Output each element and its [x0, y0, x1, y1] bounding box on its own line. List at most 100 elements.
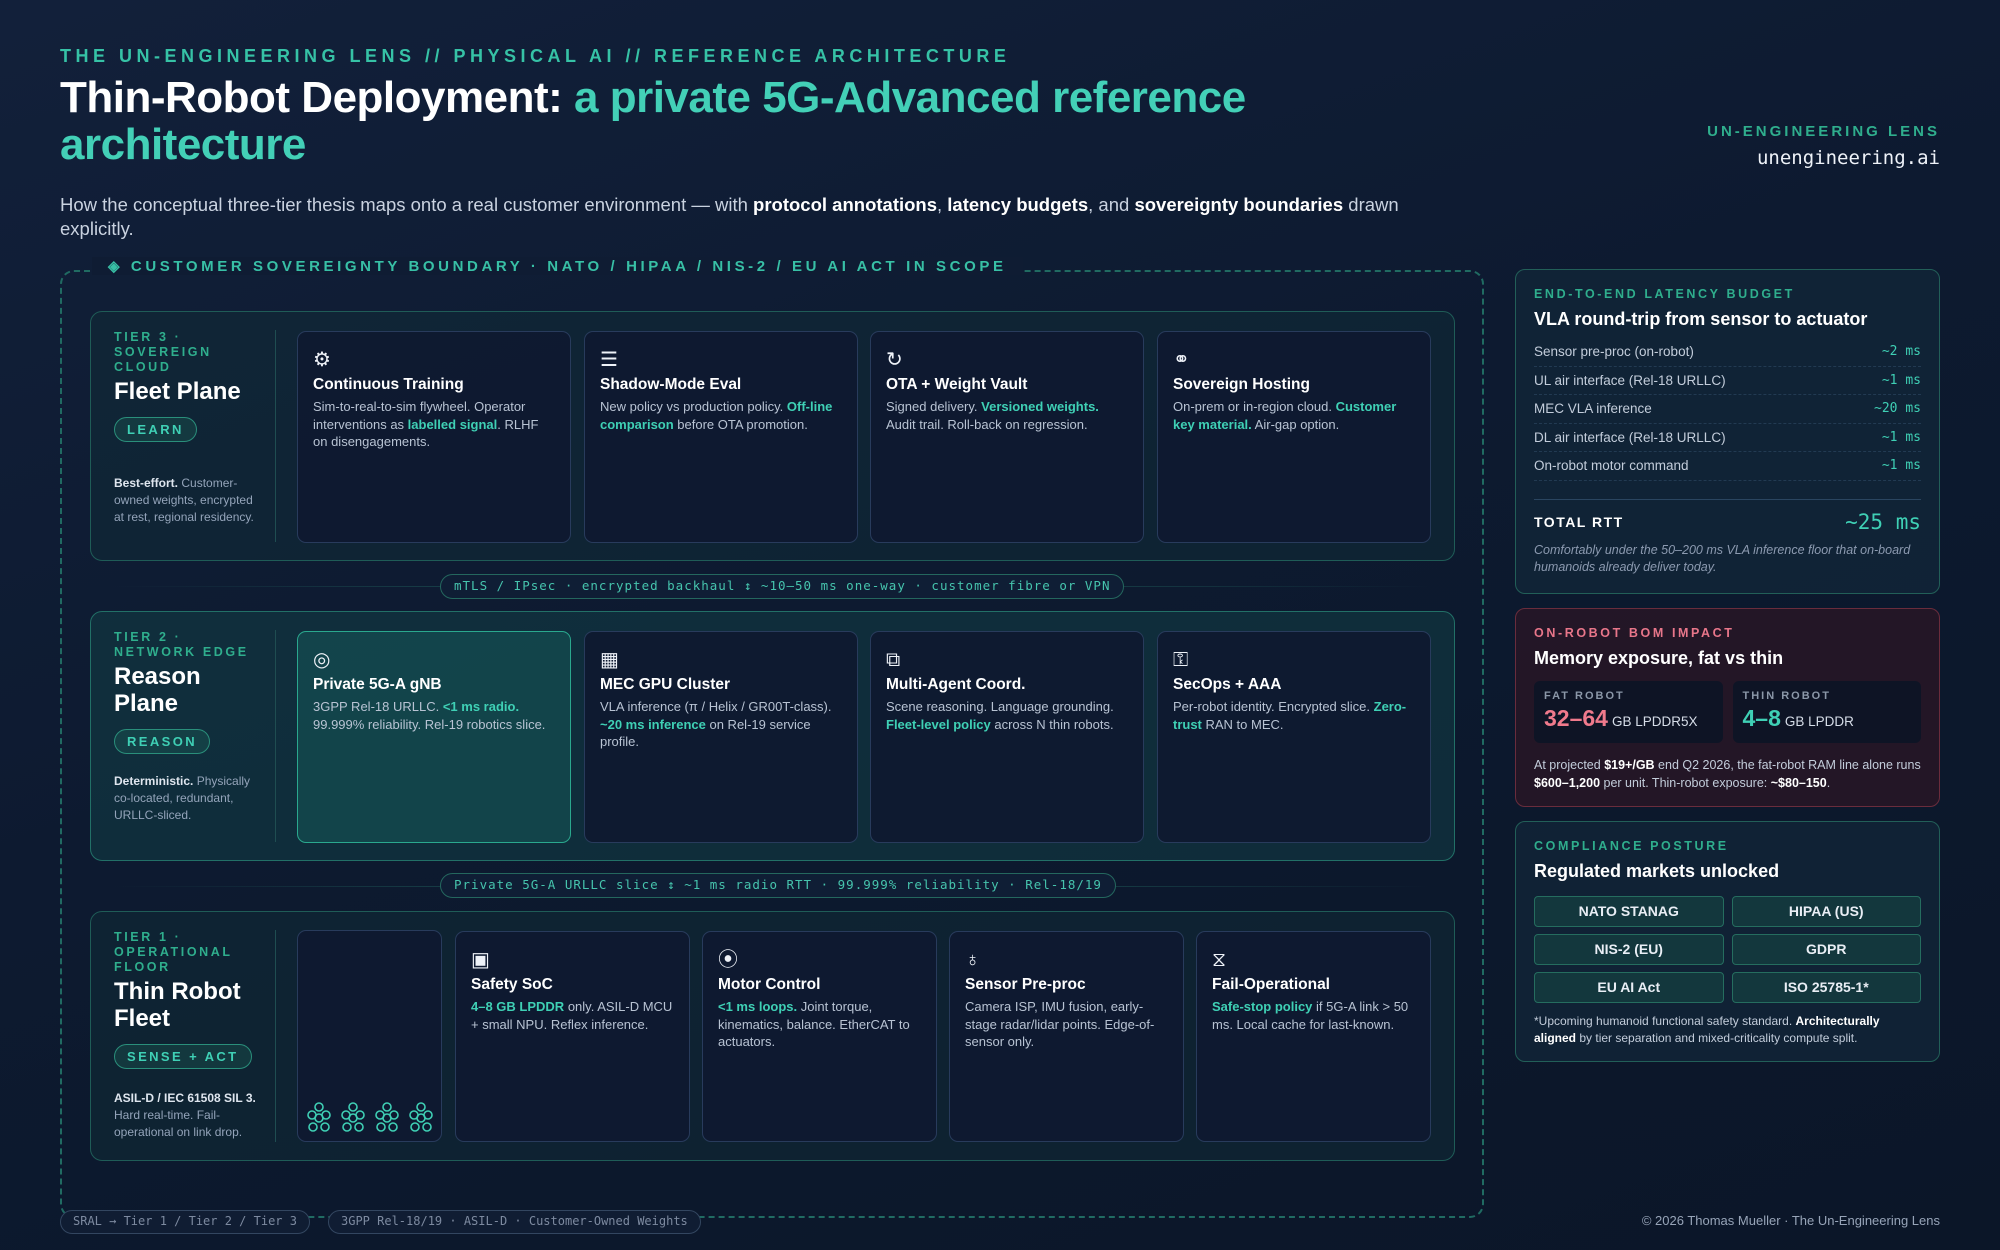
intro-part: How the conceptual three-tier thesis map…: [60, 194, 754, 215]
sovereign-hosting-card[interactable]: ⚭ Sovereign Hosting On-prem or in-region c…: [1157, 331, 1431, 543]
card-desc: Camera ISP, IMU fusion, early-stage rada…: [965, 998, 1168, 1051]
card-desc-highlight: Safe-stop policy: [1212, 999, 1313, 1014]
card-desc-text: Signed delivery.: [886, 399, 982, 414]
secops-aaa-card[interactable]: ⚿ SecOps + AAA Per-robot identity. Encrypt…: [1157, 631, 1431, 843]
tier-name: Fleet Plane: [114, 378, 241, 405]
brand-url[interactable]: unengineering.ai: [1757, 147, 1940, 169]
latency-panel: END-TO-END LATENCY BUDGET VLA round-trip…: [1515, 269, 1940, 594]
chip-icon: ▣: [471, 949, 490, 971]
fail-operational-card[interactable]: ⧖ Fail-Operational Safe-stop policy if 5G-…: [1196, 931, 1431, 1142]
card-desc-text: before OTA promotion.: [673, 416, 808, 432]
footer-pill-sral: SRAL → Tier 1 / Tier 2 / Tier 3: [60, 1210, 310, 1234]
thin-robot-box: THIN ROBOT 4–8 GB LPDDR: [1732, 681, 1921, 743]
latency-row: UL air interface (Rel-18 URLLC) ~1 ms: [1534, 367, 1921, 395]
card-title: Private 5G-A gNB: [313, 676, 442, 693]
fat-robot-number: 32–64: [1544, 705, 1608, 731]
tier-pill: REASON: [114, 729, 211, 754]
bom-text: At projected $19+/GB end Q2 2026, the fa…: [1534, 756, 1921, 792]
latency-row: On-robot motor command ~1 ms: [1534, 452, 1921, 481]
card-title: Continuous Training: [313, 376, 464, 393]
latency-rows: Sensor pre-proc (on-robot) ~2 ms UL air in…: [1534, 338, 1921, 481]
bom-compare: FAT ROBOT 32–64 GB LPDDR5X THIN ROBOT 4–8…: [1534, 681, 1921, 743]
bom-text-part: end Q2 2026, the fat-robot RAM line alon…: [1654, 758, 1921, 772]
tier-header: TIER 1 · OPERATIONAL FLOOR Thin Robot Fl…: [114, 930, 264, 1069]
card-desc: Scene reasoning. Language grounding. Fle…: [886, 698, 1128, 733]
latency-label: Sensor pre-proc (on-robot): [1534, 344, 1694, 360]
card-title: Fail-Operational: [1212, 976, 1330, 993]
robot-icon: [409, 1102, 433, 1132]
fat-robot-unit: GB LPDDR5X: [1611, 714, 1698, 729]
card-desc: Signed delivery. Versioned weights. Audi…: [886, 398, 1128, 433]
hourglass-icon: ⧖: [1212, 949, 1227, 971]
bom-text-part: per unit. Thin-robot exposure:: [1600, 776, 1771, 790]
card-desc: VLA inference (π / Helix / GR00T-class).…: [600, 698, 842, 751]
card-title: Safety SoC: [471, 976, 553, 993]
latency-label: On-robot motor command: [1534, 458, 1689, 474]
card-title: OTA + Weight Vault: [886, 376, 1028, 393]
card-title: Sovereign Hosting: [1173, 376, 1310, 393]
list-icon: ☰: [600, 349, 618, 371]
shadow-mode-eval-card[interactable]: ☰ Shadow-Mode Eval New policy vs productio…: [584, 331, 858, 543]
sensor-pre-proc-card[interactable]: ♁ Sensor Pre-proc Camera ISP, IMU fusion, …: [949, 931, 1184, 1142]
total-label: TOTAL RTT: [1534, 513, 1624, 530]
latency-value: ~1 ms: [1881, 429, 1921, 445]
card-desc: 3GPP Rel-18 URLLC. <1 ms radio. 99.999% …: [313, 698, 555, 733]
card-desc: Sim-to-real-to-sim flywheel. Operator in…: [313, 398, 555, 451]
safety-soc-card[interactable]: ▣ Safety SoC 4–8 GB LPDDR only. ASIL-D MCU…: [455, 931, 690, 1142]
fat-robot-label: FAT ROBOT: [1544, 690, 1625, 702]
card-desc-text: Scene reasoning. Language grounding.: [886, 699, 1114, 714]
multi-agent-coord-card[interactable]: ⧉ Multi-Agent Coord. Scene reasoning. Lang…: [870, 631, 1144, 843]
compliance-tag[interactable]: EU AI Act: [1534, 972, 1724, 1003]
card-desc: Safe-stop policy if 5G-A link > 50 ms. L…: [1212, 998, 1415, 1033]
compliance-tag[interactable]: GDPR: [1731, 934, 1921, 965]
card-desc-text: New policy vs production policy.: [600, 399, 787, 414]
bom-text-bold: ~$80–150: [1770, 776, 1827, 790]
compliance-note-text: by tier separation and mixed-criticality…: [1576, 1031, 1858, 1045]
ota-weight-vault-card[interactable]: ↻ OTA + Weight Vault Signed delivery. Vers…: [870, 331, 1144, 543]
private-5g-a-gnb-card[interactable]: ◎ Private 5G-A gNB 3GPP Rel-18 URLLC. <1 m…: [297, 631, 571, 843]
card-desc: New policy vs production policy. Off-lin…: [600, 398, 842, 433]
tier-note: ASIL-D / IEC 61508 SIL 3. Hard real-time…: [114, 1090, 264, 1141]
panel-title: Regulated markets unlocked: [1534, 861, 1780, 881]
tier-note-text: Hard real-time. Fail-operational on link…: [114, 1108, 243, 1139]
divider: [275, 930, 276, 1142]
card-desc: On-prem or in-region cloud. Customer key…: [1173, 398, 1415, 433]
tier-name: Thin Robot Fleet: [114, 978, 241, 1032]
compliance-tag[interactable]: ISO 25785-1*: [1731, 972, 1921, 1003]
panel-title: Memory exposure, fat vs thin: [1534, 648, 1784, 668]
card-title: MEC GPU Cluster: [600, 676, 731, 693]
card-desc-highlight: Fleet-level policy: [886, 716, 991, 732]
compliance-tag[interactable]: NATO STANAG: [1534, 896, 1724, 927]
header-kicker: THE UN-ENGINEERING LENS // PHYSICAL AI /…: [60, 46, 1011, 66]
card-desc: Per-robot identity. Encrypted slice. Zer…: [1173, 698, 1415, 733]
page-title: Thin-Robot Deployment: a private 5G-Adva…: [60, 74, 1420, 168]
card-title: Multi-Agent Coord.: [886, 676, 1026, 693]
fat-robot-value: 32–64 GB LPDDR5X: [1544, 705, 1713, 732]
motor-control-card[interactable]: ⦿ Motor Control <1 ms loops. Joint torque,…: [702, 931, 937, 1142]
intro-bold: latency budgets: [947, 194, 1089, 215]
card-desc-text: RAN to MEC.: [1201, 716, 1284, 732]
robot-fleet-card: [297, 930, 442, 1142]
backhaul-link-label: mTLS / IPsec · encrypted backhaul ↕ ~10–…: [440, 574, 1125, 599]
tier-note-bold: ASIL-D / IEC 61508 SIL 3.: [114, 1091, 256, 1105]
latency-value: ~20 ms: [1874, 401, 1921, 417]
compliance-note: *Upcoming humanoid functional safety sta…: [1534, 1013, 1921, 1047]
robot-icon: [375, 1102, 399, 1132]
compliance-tag[interactable]: HIPAA (US): [1731, 896, 1921, 927]
footer-pill-standards: 3GPP Rel-18/19 · ASIL-D · Customer-Owned…: [328, 1210, 701, 1234]
compliance-tag[interactable]: NIS-2 (EU): [1534, 934, 1724, 965]
card-desc-text: Per-robot identity. Encrypted slice.: [1173, 699, 1374, 714]
copyright: © 2026 Thomas Mueller · The Un-Engineeri…: [1641, 1213, 1940, 1228]
latency-value: ~2 ms: [1881, 344, 1921, 360]
gear-icon: ⚙: [313, 349, 331, 371]
intro-bold: sovereignty boundaries: [1134, 194, 1344, 215]
tier-pill: SENSE + ACT: [114, 1044, 252, 1069]
card-desc-text: 3GPP Rel-18 URLLC.: [313, 699, 443, 714]
grid-icon: ▦: [600, 649, 619, 671]
card-desc: 4–8 GB LPDDR only. ASIL-D MCU + small NP…: [471, 998, 674, 1033]
bom-text-part: At projected: [1534, 758, 1605, 772]
card-desc-text: VLA inference (π / Helix / GR00T-class).: [600, 699, 832, 714]
mec-gpu-cluster-card[interactable]: ▦ MEC GPU Cluster VLA inference (π / Helix…: [584, 631, 858, 843]
continuous-training-card[interactable]: ⚙ Continuous Training Sim-to-real-to-sim f…: [297, 331, 571, 543]
card-desc-text: Air-gap option.: [1251, 416, 1340, 432]
